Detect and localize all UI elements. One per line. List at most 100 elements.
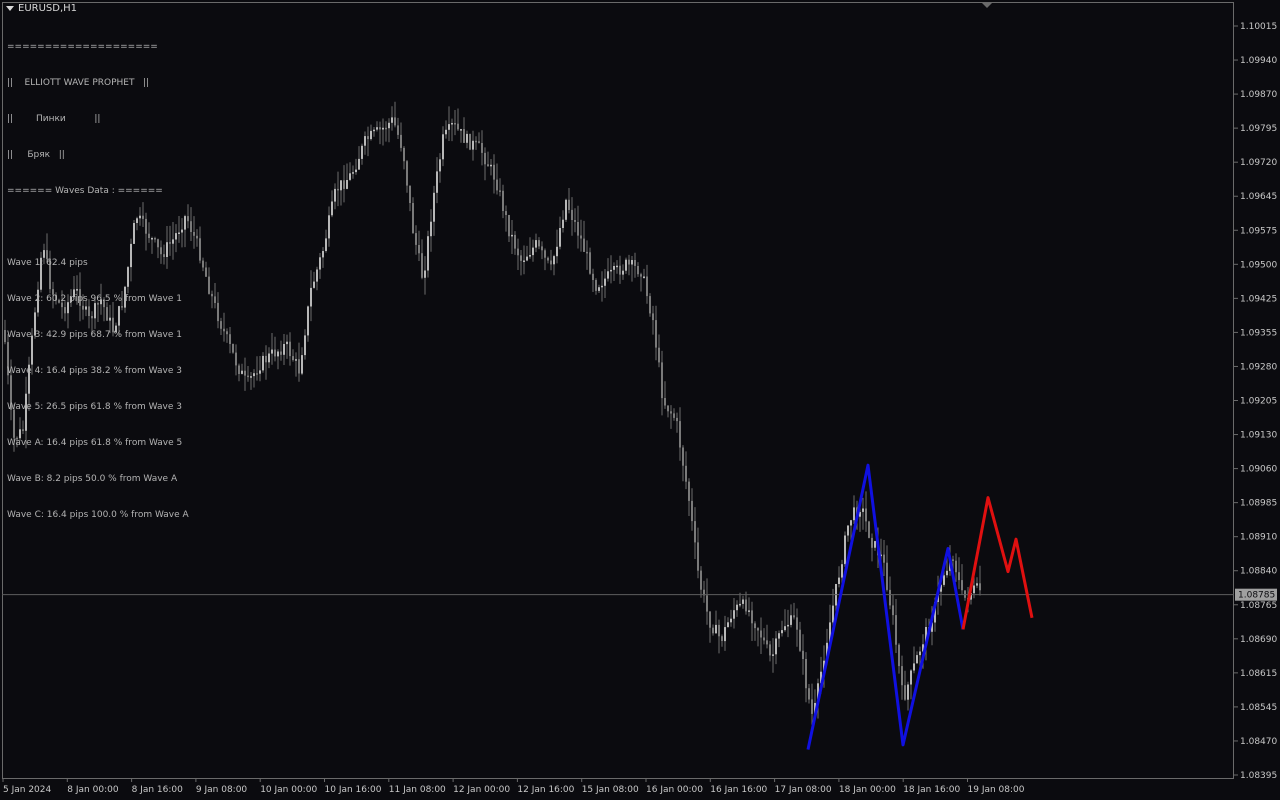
candle-body (733, 610, 735, 619)
candle-body (511, 234, 513, 237)
candle-body (265, 355, 267, 363)
candle-body (697, 542, 699, 571)
candle-body (310, 287, 312, 307)
candle-body (259, 370, 261, 374)
candle-body (340, 180, 342, 191)
candle-body (328, 215, 330, 239)
candle-body (685, 465, 687, 482)
candle-body (274, 349, 276, 357)
candle-body (799, 629, 801, 651)
price-tick-label: 1.09500 (1240, 260, 1277, 270)
candle-body (631, 260, 633, 265)
price-tick-label: 1.09060 (1240, 465, 1277, 475)
candle-body (298, 359, 300, 374)
candle-body (247, 375, 249, 378)
candle-body (637, 266, 639, 275)
candle-body (796, 617, 798, 630)
candle-body (433, 192, 435, 222)
candle-body (793, 615, 795, 618)
candle-body (379, 127, 381, 130)
candle-body (535, 240, 537, 248)
candle-body (616, 265, 618, 268)
candle-body (406, 161, 408, 186)
candle-body (790, 615, 792, 625)
candle-body (712, 627, 714, 634)
candle-body (271, 349, 273, 354)
price-tick-label: 1.10015 (1240, 22, 1277, 32)
candle-body (376, 127, 378, 130)
candle-body (451, 123, 453, 125)
candle-body (691, 500, 693, 522)
candle-body (544, 250, 546, 258)
candle-body (412, 203, 414, 234)
candle-body (961, 580, 963, 591)
price-axis[interactable]: 1.10015 1.09940 1.09870 1.09795 1.09720 1.096… (1234, 22, 1277, 781)
candle-body (388, 122, 390, 129)
candle-body (268, 353, 270, 363)
time-tick-label: 15 Jan 08:00 (582, 785, 639, 795)
candle-body (199, 238, 201, 261)
candle-body (394, 117, 396, 126)
candle-body (289, 341, 291, 357)
wave-a-data: Wave A: 16.4 pips 61.8 % from Wave 5 (7, 438, 183, 448)
dropdown-triangle-icon[interactable] (6, 5, 14, 11)
candle-body (361, 145, 363, 159)
candle-body (307, 306, 309, 336)
candle-body (706, 595, 708, 612)
candle-body (415, 233, 417, 245)
candle-body (523, 260, 525, 262)
time-tick-label: 12 Jan 16:00 (517, 785, 574, 795)
price-tick-label: 1.08395 (1240, 771, 1277, 781)
candle-body (424, 270, 426, 278)
candle-body (889, 589, 891, 606)
price-tick-label: 1.08910 (1240, 533, 1277, 543)
info-line: || Пинки || (7, 114, 101, 124)
time-axis[interactable]: 5 Jan 2024 8 Jan 00:00 8 Jan 16:00 9 Jan 08… (2, 778, 1025, 795)
candle-body (490, 164, 492, 167)
candle-body (895, 615, 897, 645)
candle-body (775, 638, 777, 655)
candle-body (832, 605, 834, 623)
candle-body (568, 199, 570, 210)
waves-data-header: ====== Waves Data : ====== (7, 186, 163, 196)
candle-body (346, 180, 348, 189)
candle-body (250, 376, 252, 378)
candle-body (382, 127, 384, 130)
candle-body (277, 351, 279, 357)
symbol-timeframe-label: EURUSD,H1 (18, 3, 78, 14)
candle-body (358, 158, 360, 170)
time-tick-label: 19 Jan 08:00 (968, 785, 1025, 795)
chart-title[interactable]: EURUSD,H1 (6, 3, 77, 14)
candle-body (190, 221, 192, 232)
candle-body (460, 129, 462, 131)
time-tick-label: 10 Jan 00:00 (260, 785, 317, 795)
candle-body (919, 651, 921, 656)
wave-c-data: Wave C: 16.4 pips 100.0 % from Wave A (7, 510, 189, 520)
candle-body (352, 172, 354, 174)
chart-shift-marker-icon[interactable] (982, 3, 992, 8)
candle-body (469, 133, 471, 150)
candle-body (343, 180, 345, 189)
candle-body (670, 411, 672, 414)
current-price-value: 1.08785 (1238, 591, 1275, 601)
time-tick-label: 17 Jan 08:00 (775, 785, 832, 795)
candle-body (217, 302, 219, 322)
candle-body (580, 235, 582, 239)
price-chart[interactable]: 1.10015 1.09940 1.09870 1.09795 1.09720 1.096… (0, 0, 1280, 800)
candle-body (700, 570, 702, 590)
candle-body (853, 507, 855, 521)
wave-5-data: Wave 5: 26.5 pips 61.8 % from Wave 3 (7, 402, 182, 412)
candle-body (766, 640, 768, 645)
candle-body (454, 123, 456, 125)
time-tick-label: 8 Jan 00:00 (67, 785, 119, 795)
candle-body (553, 256, 555, 265)
candle-body (349, 173, 351, 180)
candle-body (583, 238, 585, 252)
candle-body (718, 624, 720, 637)
candle-body (205, 267, 207, 277)
candle-body (910, 670, 912, 685)
candle-body (904, 685, 906, 700)
candle-body (481, 143, 483, 153)
candle-body (874, 541, 876, 548)
candle-body (841, 564, 843, 578)
